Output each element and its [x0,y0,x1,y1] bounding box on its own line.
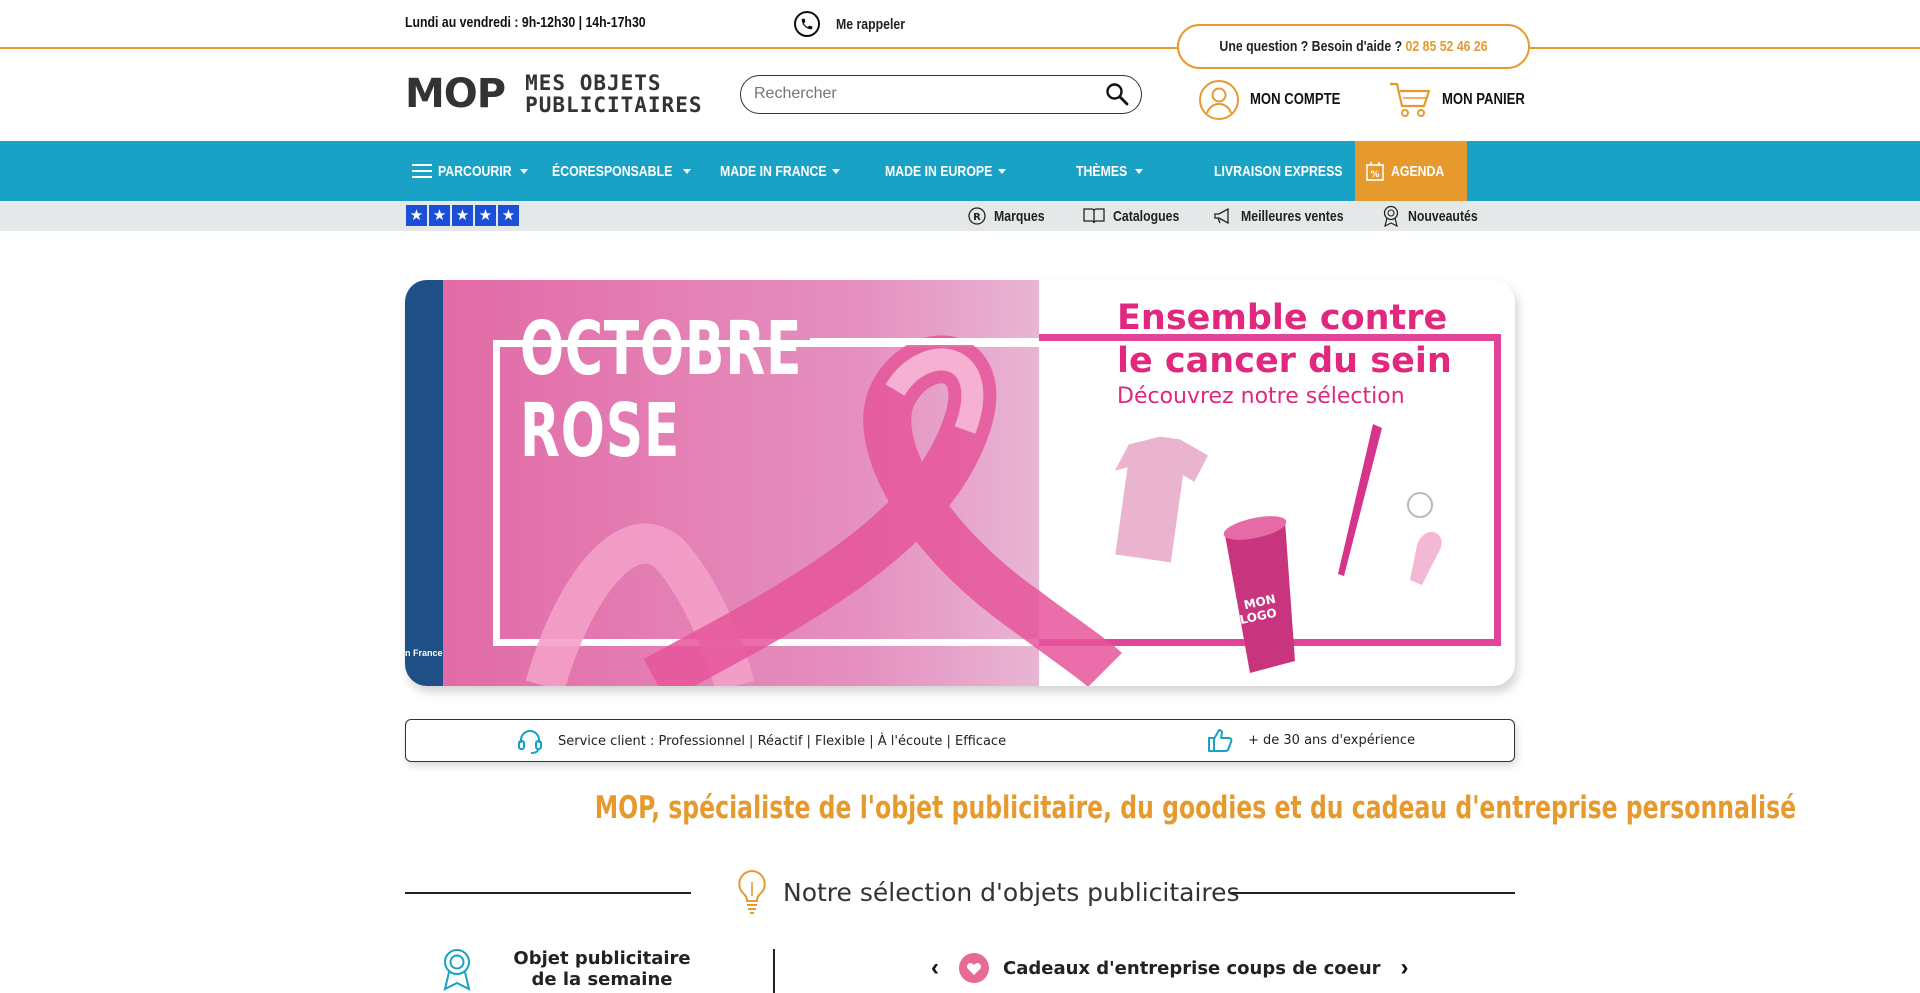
help-text: Une question ? Besoin d'aide ? [1219,38,1403,55]
star-icon: ★ [429,205,450,226]
menu-icon [412,164,432,178]
promo-banner[interactable]: MON LOGO OCTOBRE ROSE Ensemble contre le… [405,280,1515,686]
chevron-down-icon [1134,168,1143,174]
star-icon: ★ [406,205,427,226]
callback-link[interactable]: Me rappeler [794,11,920,37]
callback-label: Me rappeler [836,15,906,33]
chevron-down-icon [832,168,840,174]
cart-icon [1390,82,1431,117]
nav-item-made-in-france[interactable]: MADE IN FRANCE [720,141,840,201]
search-input[interactable] [754,76,1094,112]
headset-icon [518,730,542,754]
user-icon [1199,80,1239,120]
top-bar: Lundi au vendredi : 9h-12h30 | 14h-17h30… [0,0,1920,49]
help-phone[interactable]: 02 85 52 46 26 [1406,38,1488,55]
cart-label: MON PANIER [1442,91,1525,108]
chevron-right-icon[interactable]: › [1395,954,1415,982]
nav-item-ecoresponsable[interactable]: ÉCORESPONSABLE [552,141,691,201]
sub-bar: ★ ★ ★ ★ ★ R Marques Catalogues Meilleure… [0,201,1920,231]
account-link[interactable]: MON COMPTE [1198,79,1360,121]
banner-corner-text: n France [405,648,443,658]
trustpilot-rating[interactable]: ★ ★ ★ ★ ★ [406,205,519,226]
featured-tabs: Objet publicitaire de la semaine ‹ Cadea… [405,945,1515,993]
medal-icon [443,949,471,991]
service-experience: + de 30 ans d'expérience [1206,726,1415,754]
logo-text: MES OBJETS PUBLICITAIRES [525,71,703,117]
help-box[interactable]: Une question ? Besoin d'aide ? 02 85 52 … [1177,24,1530,69]
tab-objet-semaine[interactable]: Objet publicitaire de la semaine [440,947,700,991]
thumbs-up-icon [1208,729,1233,752]
search-bar [740,75,1142,114]
calendar-icon: % [1366,162,1385,181]
logo-mark: MOP [405,71,506,117]
selection-title: Notre sélection d'objets publicitaires [783,877,1240,907]
star-icon: ★ [475,205,496,226]
award-icon [1383,205,1399,227]
link-nouveautes[interactable]: Nouveautés [1382,201,1493,231]
svg-text:R: R [973,212,981,223]
chevron-down-icon [519,168,528,174]
tab-coups-de-coeur[interactable]: ‹ Cadeaux d'entreprise coups de coeur › [925,953,1415,983]
star-icon: ★ [498,205,519,226]
link-marques[interactable]: R Marques [968,201,1056,231]
heart-icon [959,953,989,983]
opening-hours: Lundi au vendredi : 9h-12h30 | 14h-17h30 [405,14,646,31]
link-catalogues[interactable]: Catalogues [1083,201,1194,231]
svg-text:%: % [1371,170,1380,180]
account-label: MON COMPTE [1250,91,1341,108]
banner-subline: Découvrez notre sélection [1117,384,1405,409]
chevron-left-icon[interactable]: ‹ [925,954,945,982]
chevron-down-icon [997,168,1006,174]
megaphone-icon [1214,207,1229,225]
nav-item-agenda[interactable]: % AGENDA [1355,141,1467,201]
service-strip: Service client : Professionnel | Réactif… [405,719,1515,762]
nav-item-parcourir[interactable]: PARCOURIR [412,141,528,201]
cart-link[interactable]: MON PANIER [1388,81,1543,119]
search-icon[interactable] [1105,82,1129,111]
nav-item-made-in-europe[interactable]: MADE IN EUROPE [885,141,1006,201]
nav-item-livraison-express[interactable]: LIVRAISON EXPRESS [1214,141,1371,201]
service-client: Service client : Professionnel | Réactif… [516,727,1006,755]
page-title: MOP, spécialiste de l'objet publicitaire… [594,790,1797,826]
registered-icon: R [968,207,986,225]
banner-headline: Ensemble contre le cancer du sein [1117,298,1452,381]
book-icon [1083,208,1105,224]
nav-item-themes[interactable]: THÈMES [1076,141,1143,201]
site-logo[interactable]: MOP MES OBJETS PUBLICITAIRES [405,68,701,120]
selection-heading: Notre sélection d'objets publicitaires [405,866,1515,918]
main-nav: PARCOURIR ÉCORESPONSABLE MADE IN FRANCE … [0,141,1920,201]
chevron-down-icon [682,168,691,174]
link-meilleures-ventes[interactable]: Meilleures ventes [1213,201,1366,231]
phone-icon [794,11,820,37]
lightbulb-icon [738,869,766,914]
banner-title: OCTOBRE ROSE [520,306,803,474]
star-icon: ★ [452,205,473,226]
